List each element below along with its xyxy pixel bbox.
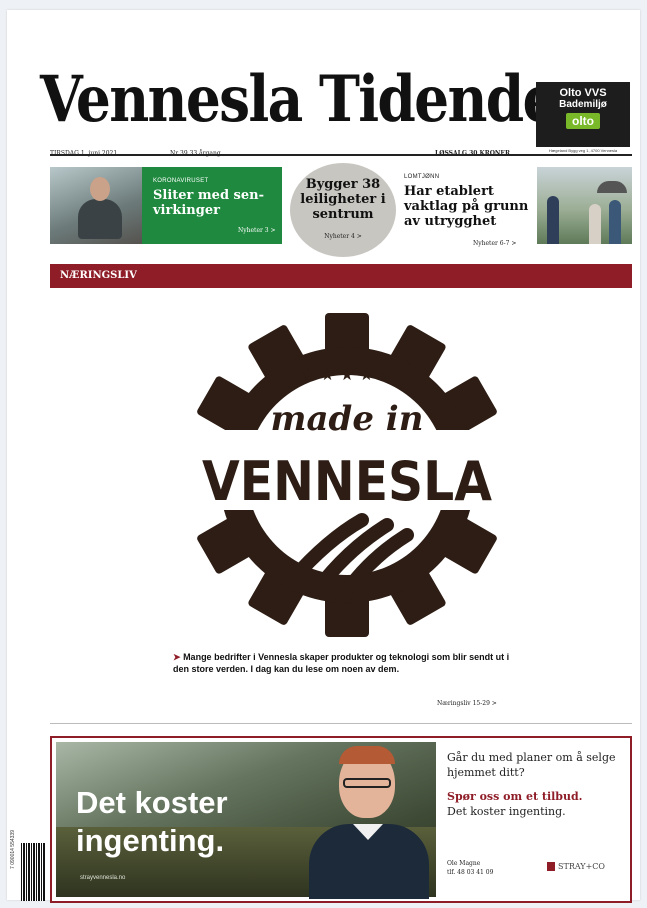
lede: ➤ Mange bedrifter i Vennesla skaper prod… xyxy=(173,651,513,675)
ad-text: Går du med planer om å selge hjemmet dit… xyxy=(447,750,632,819)
divider xyxy=(50,723,632,724)
teaser-covid-headline: Sliter med sen-virkinger xyxy=(153,188,264,218)
real-estate-ad[interactable]: Det koster ingenting. strayvennesla.no G… xyxy=(50,736,632,903)
teaser-guard-photo xyxy=(537,167,632,244)
teaser-covid[interactable]: KORONAVIRUSET Sliter med sen-virkinger N… xyxy=(50,167,282,244)
ad-title: Det koster ingenting. xyxy=(76,784,228,860)
teaser-housing-headline: Bygger 38 leiligheter i sentrum xyxy=(300,177,386,222)
ad-question: Går du med planer om å selge hjemmet dit… xyxy=(447,751,616,779)
top-rule xyxy=(50,154,632,156)
teaser-guard-ref: Nyheter 6-7 > xyxy=(473,240,517,247)
teaser-guard-kicker: LOMTJØNN xyxy=(404,174,440,180)
photo-person-3 xyxy=(609,200,621,244)
arrow-right-icon: ➤ xyxy=(173,652,181,662)
stars-icon: ★ ★ ★ ★ ★ xyxy=(301,365,393,384)
ad-contact: Ole Magne tlf. 48 03 41 09 xyxy=(447,859,493,877)
photo-person-head xyxy=(90,177,110,201)
ad-cta: Spør oss om et tilbud. xyxy=(447,790,583,803)
teaser-covid-kicker: KORONAVIRUSET xyxy=(153,178,209,184)
made-in-vennesla-logo: ★ ★ ★ ★ ★ made in VENNESLA xyxy=(197,313,497,637)
barcode-text: 7 090014 554339 xyxy=(10,830,16,869)
photo-person-body xyxy=(78,199,122,239)
photo-person-2 xyxy=(589,204,601,244)
section-header: NÆRINGSLIV xyxy=(50,264,632,288)
umbrella-icon xyxy=(597,181,627,193)
ad-person-photo xyxy=(301,746,436,899)
teaser-housing-ref: Nyheter 4 > xyxy=(324,233,362,240)
photo-person-1 xyxy=(547,196,559,244)
ad-title-line1: Det koster xyxy=(76,785,228,820)
ad-subline: Det koster ingenting. xyxy=(447,805,566,818)
teaser-covid-photo xyxy=(50,167,142,244)
ad-contact-phone: tlf. 48 03 41 09 xyxy=(447,869,494,876)
lede-ref[interactable]: Næringsliv 15-29 > xyxy=(437,700,497,707)
logo-word-text: VENNESLA xyxy=(202,450,492,513)
barcode-icon xyxy=(21,843,45,901)
glasses-icon xyxy=(343,778,391,788)
olto-ad-line1: Olto VVS xyxy=(559,87,607,99)
lede-text: Mange bedrifter i Vennesla skaper produk… xyxy=(173,652,510,674)
masthead-title: Vennesla Tidende xyxy=(40,62,558,137)
olto-logo: olto xyxy=(566,113,600,129)
logo-script-text: made in xyxy=(271,399,424,439)
svg-text:★ ★ ★ ★ ★: ★ ★ ★ ★ ★ xyxy=(301,365,393,384)
ad-url[interactable]: strayvennesla.no xyxy=(80,875,125,881)
ad-brand: STRAY+CO xyxy=(547,862,605,871)
person-hair xyxy=(339,746,395,764)
olto-ad[interactable]: Olto VVS Bademiljø olto Hægeland Bygg ve… xyxy=(536,82,630,154)
ad-title-line2: ingenting. xyxy=(76,823,225,858)
olto-ad-line2: Bademiljø xyxy=(559,99,607,110)
teaser-covid-ref: Nyheter 3 > xyxy=(238,227,276,234)
olto-ad-address: Hægeland Bygg veg 1, 4700 Vennesla xyxy=(536,147,630,154)
ad-landscape-photo: Det koster ingenting. strayvennesla.no xyxy=(56,742,436,899)
teaser-guard-headline[interactable]: Har etablert vaktlag på grunn av utryggh… xyxy=(404,184,544,229)
ad-contact-name: Ole Magne xyxy=(447,860,481,867)
teaser-housing[interactable]: Bygger 38 leiligheter i sentrum Nyheter … xyxy=(290,163,396,257)
newspaper-page: Vennesla Tidende Olto VVS Bademiljø olto… xyxy=(7,10,640,903)
